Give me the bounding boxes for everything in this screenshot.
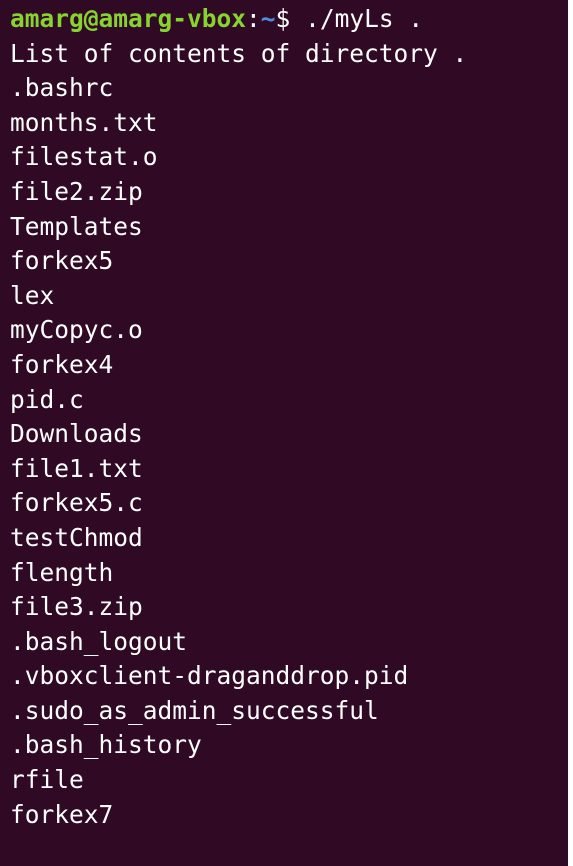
directory-listing: .bashrc months.txt filestat.o file2.zip …	[10, 71, 568, 832]
listing-entry: .sudo_as_admin_successful	[10, 695, 379, 725]
listing-entry: testChmod	[10, 522, 143, 552]
listing-entry: .bash_history	[10, 730, 202, 760]
command-prompt-line: amarg@amarg-vbox:~$ ./myLs .	[10, 2, 568, 37]
listing-entry: forkex7	[10, 799, 114, 829]
listing-entry: myCopyc.o	[10, 315, 143, 345]
listing-entry: months.txt	[10, 107, 158, 137]
listing-entry: lex	[10, 280, 55, 310]
listing-entry: Downloads	[10, 419, 143, 449]
listing-entry: file2.zip	[10, 176, 143, 206]
output-header-line: List of contents of directory .	[10, 38, 468, 68]
listing-entry: forkex5	[10, 246, 114, 276]
listing-entry: .bash_logout	[10, 626, 188, 656]
listing-entry: Templates	[10, 211, 143, 241]
listing-entry: file3.zip	[10, 592, 143, 622]
listing-entry: forkex4	[10, 349, 114, 379]
prompt-separator: :	[246, 4, 261, 33]
listing-entry: .bashrc	[10, 73, 114, 103]
terminal-window[interactable]: amarg@amarg-vbox:~$ ./myLs . List of con…	[0, 0, 568, 866]
listing-entry: .vboxclient-draganddrop.pid	[10, 661, 409, 691]
command-text: ./myLs .	[305, 4, 424, 33]
listing-entry: rfile	[10, 765, 84, 795]
listing-entry: pid.c	[10, 384, 84, 414]
listing-entry: filestat.o	[10, 142, 158, 172]
listing-entry: forkex5.c	[10, 488, 143, 518]
listing-entry: file1.txt	[10, 453, 143, 483]
prompt-symbol: $	[275, 4, 306, 33]
prompt-path: ~	[260, 4, 276, 33]
prompt-user-host: amarg@amarg-vbox	[10, 4, 247, 33]
listing-entry: flength	[10, 557, 114, 587]
